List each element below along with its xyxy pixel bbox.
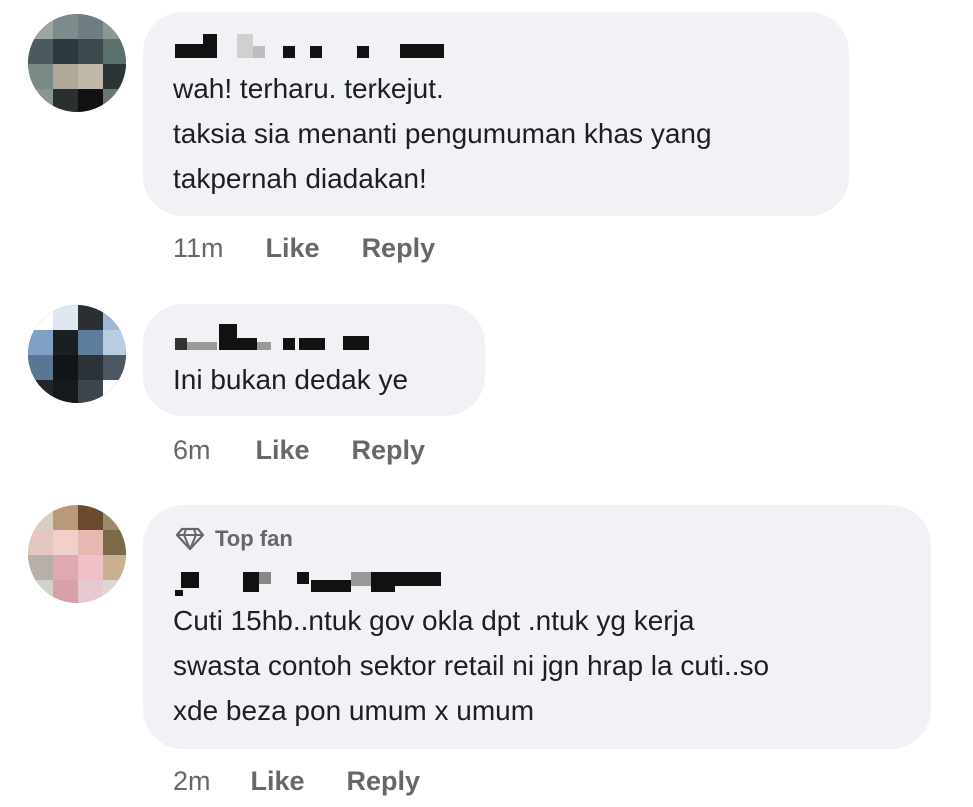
reply-button[interactable]: Reply: [347, 766, 421, 797]
comment-text-line: wah! terharu. terkejut.: [173, 73, 444, 104]
comment-meta: 11m Like Reply: [173, 228, 435, 268]
badge-label: Top fan: [215, 526, 293, 551]
top-fan-badge: Top fan: [175, 526, 293, 552]
comment-text-line: Cuti 15hb..ntuk gov okla dpt .ntuk yg ke…: [173, 605, 695, 636]
like-button[interactable]: Like: [266, 233, 320, 264]
redacted-author-name[interactable]: [175, 30, 445, 60]
redacted-author-name[interactable]: [175, 320, 375, 350]
reply-button[interactable]: Reply: [352, 435, 426, 466]
comment-text-line: Ini bukan dedak ye: [173, 364, 409, 395]
like-button[interactable]: Like: [251, 766, 305, 797]
redacted-author-name[interactable]: [175, 566, 445, 596]
comment-timestamp[interactable]: 2m: [173, 766, 211, 797]
comment-timestamp[interactable]: 11m: [173, 233, 224, 264]
comments-thread: wah! terharu. terkejut. taksia sia menan…: [0, 0, 973, 807]
like-button[interactable]: Like: [256, 435, 310, 466]
comment-meta: 2m Like Reply: [173, 761, 420, 801]
pixelated-avatar-image: [28, 505, 126, 603]
reply-button[interactable]: Reply: [362, 233, 436, 264]
comment-text-line: swasta contoh sektor retail ni jgn hrap …: [173, 650, 770, 681]
comment-text-line: taksia sia menanti pengumuman khas yang: [173, 118, 712, 149]
avatar[interactable]: [28, 14, 126, 112]
comment-timestamp[interactable]: 6m: [173, 435, 211, 466]
avatar[interactable]: [28, 305, 126, 403]
pixelated-avatar-image: [28, 14, 126, 112]
diamond-icon: [175, 527, 205, 551]
comment-meta: 6m Like Reply: [173, 430, 425, 470]
comment-text-line: xde beza pon umum x umum: [173, 695, 535, 726]
comment-text-line: takpernah diadakan!: [173, 163, 427, 194]
pixelated-avatar-image: [28, 305, 126, 403]
avatar[interactable]: [28, 505, 126, 603]
